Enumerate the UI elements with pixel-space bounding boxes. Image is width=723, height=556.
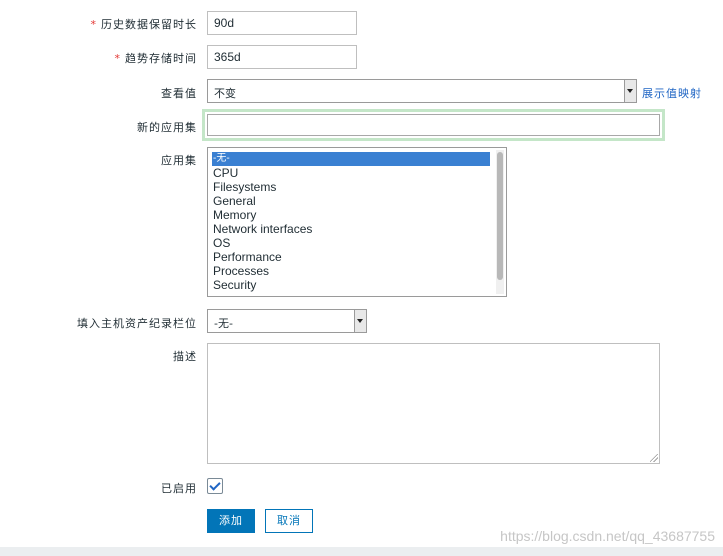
trends-label-text: 趋势存储时间 [125, 52, 197, 65]
list-item[interactable]: Filesystems [208, 180, 506, 194]
trends-input[interactable] [207, 45, 357, 69]
list-item[interactable]: -无- [212, 152, 490, 166]
enabled-checkbox[interactable] [207, 478, 223, 494]
valuemap-select[interactable]: 不变 [207, 79, 637, 103]
chevron-down-icon [354, 310, 366, 332]
new-app-label: 新的应用集 [137, 121, 197, 134]
valuemap-selected: 不变 [214, 87, 236, 100]
scrollbar-thumb[interactable] [497, 152, 503, 280]
new-app-input[interactable] [207, 114, 660, 136]
watermark: https://blog.csdn.net/qq_43687755 [500, 528, 715, 544]
history-input[interactable] [207, 11, 357, 35]
list-item[interactable]: Memory [208, 208, 506, 222]
list-item[interactable]: Network interfaces [208, 222, 506, 236]
focus-ring [202, 109, 665, 141]
history-label: * 历史数据保留时长 [91, 16, 198, 32]
inventory-selected: -无- [214, 317, 233, 330]
list-item[interactable]: General [208, 194, 506, 208]
history-label-text: 历史数据保留时长 [101, 18, 197, 31]
list-item[interactable]: Security [208, 278, 506, 292]
list-item[interactable]: OS [208, 236, 506, 250]
valuemap-label: 查看值 [161, 87, 197, 100]
inventory-label: 填入主机资产纪录栏位 [77, 317, 197, 330]
footer-bar [0, 547, 723, 556]
inventory-select[interactable]: -无- [207, 309, 367, 333]
list-item[interactable]: Performance [208, 250, 506, 264]
apps-label: 应用集 [161, 154, 197, 167]
apps-listbox[interactable]: -无- CPU Filesystems General Memory Netwo… [207, 147, 507, 297]
list-item[interactable]: CPU [208, 166, 506, 180]
resize-grip-icon[interactable] [650, 454, 658, 462]
listbox-scrollbar[interactable] [496, 150, 504, 294]
trends-label: * 趋势存储时间 [115, 50, 198, 66]
chevron-down-icon [624, 80, 636, 102]
enabled-label: 已启用 [161, 482, 197, 495]
add-button[interactable]: 添加 [207, 509, 255, 533]
description-textarea[interactable] [207, 343, 660, 464]
required-star: * [114, 52, 121, 65]
description-label: 描述 [173, 350, 197, 363]
cancel-button[interactable]: 取消 [265, 509, 313, 533]
list-item[interactable]: Processes [208, 264, 506, 278]
required-star: * [90, 18, 97, 31]
show-valuemap-link[interactable]: 展示值映射 [642, 85, 702, 101]
